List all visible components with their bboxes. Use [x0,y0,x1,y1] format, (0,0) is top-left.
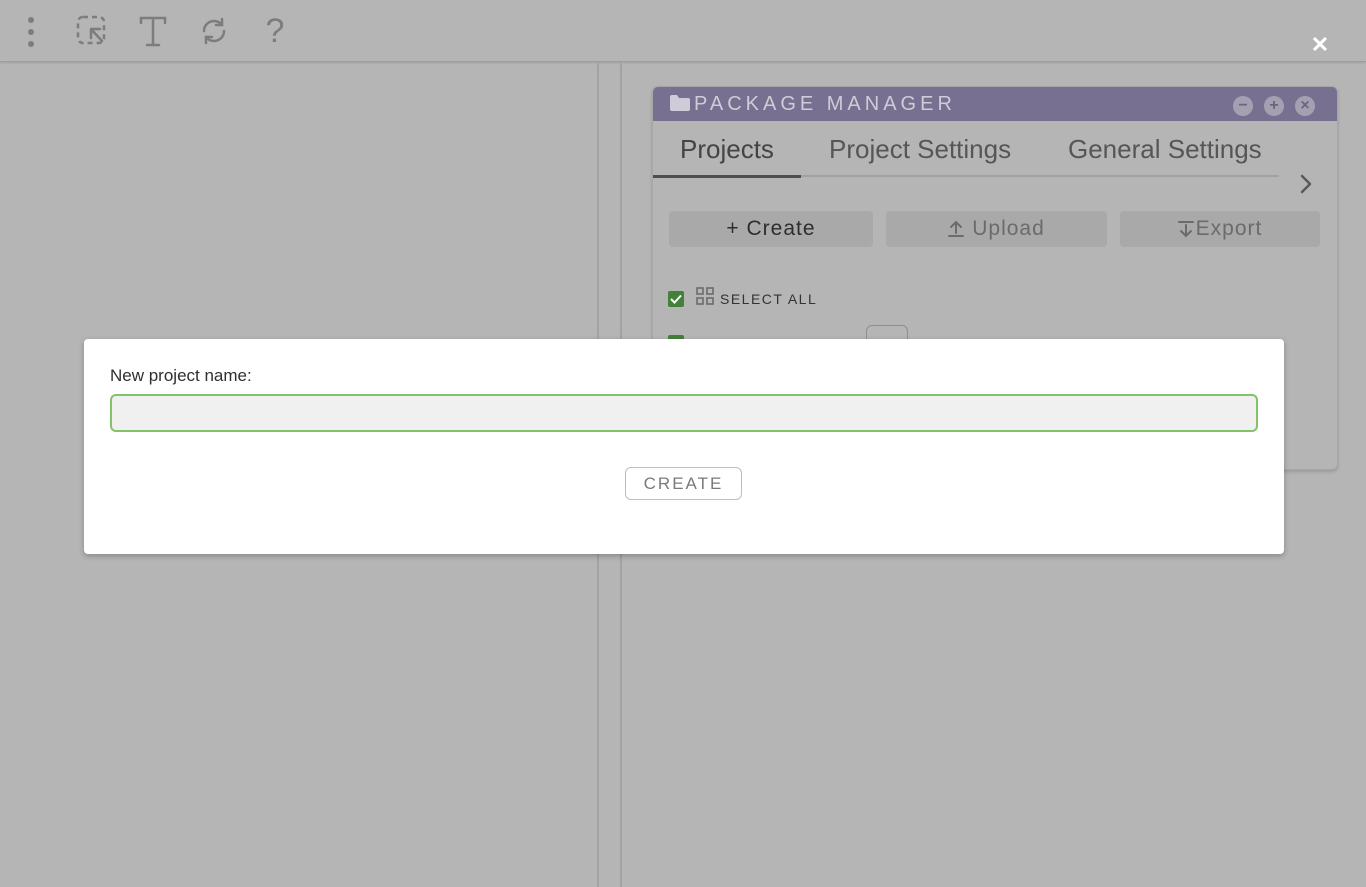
help-icon[interactable]: ? [257,12,293,50]
select-all-checkbox[interactable] [668,290,684,307]
text-icon[interactable] [135,12,171,50]
tab-divider-line [801,175,1279,177]
package-manager-header[interactable]: PACKAGE MANAGER − + × [653,87,1337,121]
tab-projects[interactable]: Projects [680,134,774,178]
export-icon [1177,220,1194,238]
create-button-label: + Create [726,217,816,240]
help-glyph: ? [265,11,285,50]
window-close-icon[interactable]: × [1295,96,1315,116]
top-toolbar: ? ✕ [0,0,1366,62]
project-name-input[interactable] [110,394,1258,432]
create-project-button[interactable]: CREATE [625,467,742,500]
minimize-icon[interactable]: − [1233,96,1253,116]
folder-icon [669,94,691,117]
maximize-icon[interactable]: + [1264,96,1284,116]
new-project-name-label: New project name: [110,366,252,385]
export-button[interactable]: Export [1120,211,1320,247]
close-icon[interactable]: ✕ [1306,31,1334,59]
tab-project-settings[interactable]: Project Settings [829,134,1011,178]
refresh-icon[interactable] [196,12,232,50]
more-vertical-icon[interactable] [13,12,49,50]
tab-bar: Projects Project Settings General Settin… [653,121,1337,194]
create-project-button-label: CREATE [643,473,724,493]
upload-button-label: Upload [972,217,1045,240]
upload-icon [948,220,965,238]
select-cursor-icon[interactable] [74,12,110,50]
export-button-label: Export [1195,217,1263,240]
create-button[interactable]: + Create [669,211,873,247]
tab-general-settings[interactable]: General Settings [1068,134,1262,178]
select-all-row: SELECT ALL [668,287,817,310]
grid-select-icon [696,287,714,310]
new-project-dialog: New project name: CREATE [84,339,1284,554]
close-glyph: ✕ [1310,32,1330,57]
package-manager-title: PACKAGE MANAGER [694,93,956,115]
upload-button[interactable]: Upload [886,211,1107,247]
select-all-label: SELECT ALL [720,290,818,307]
chevron-right-icon[interactable] [1299,173,1313,200]
active-tab-indicator [653,175,801,178]
